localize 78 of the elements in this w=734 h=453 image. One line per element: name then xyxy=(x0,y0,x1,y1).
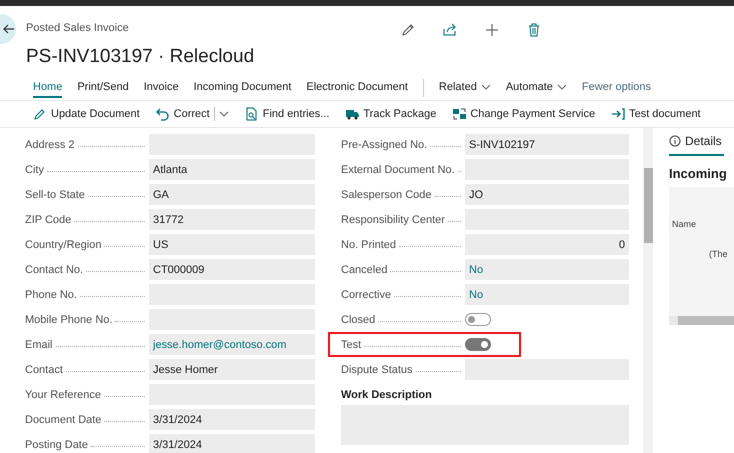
field-label: Test xyxy=(341,338,362,350)
field-label: Pre-Assigned No. xyxy=(341,138,428,150)
field-label: Posting Date xyxy=(25,438,88,450)
field-label: Responsibility Center xyxy=(341,214,445,226)
field-label: Document Date xyxy=(25,414,102,426)
info-icon xyxy=(669,135,681,147)
input-field[interactable]: S-INV102197 xyxy=(465,134,629,155)
undo-arrow-icon xyxy=(156,107,170,121)
field-label: Sell-to State xyxy=(25,188,85,200)
input-field[interactable]: Jesse Homer xyxy=(149,359,315,380)
field-label: Dispute Status xyxy=(341,364,413,376)
fewer-options-link[interactable]: Fewer options xyxy=(582,78,652,98)
section-heading: Work Description xyxy=(341,389,433,401)
field-label: Salesperson Code xyxy=(341,188,432,200)
pencil-icon xyxy=(400,22,416,38)
arrow-into-icon xyxy=(611,107,626,121)
tab[interactable]: Incoming Document xyxy=(194,78,292,98)
menu-button[interactable]: Automate xyxy=(506,78,567,98)
field-label: Closed xyxy=(341,314,376,326)
tab[interactable]: Print/Send xyxy=(77,78,129,98)
field-label: Country/Region xyxy=(25,238,102,250)
panel-heading: Incoming xyxy=(669,166,728,181)
input-field[interactable]: CT000009 xyxy=(149,259,315,280)
field-label: Email xyxy=(25,338,53,350)
horizontal-scrollbar[interactable] xyxy=(669,316,734,325)
tab[interactable]: Invoice xyxy=(144,78,179,98)
share-icon xyxy=(442,22,458,38)
scrollbar[interactable] xyxy=(643,128,653,453)
field-label: Canceled xyxy=(341,264,388,276)
action-button[interactable]: Update Document xyxy=(33,107,140,121)
plus-icon xyxy=(484,22,500,38)
chevron-down-icon xyxy=(218,110,229,118)
field-label: No. Printed xyxy=(341,238,396,250)
input-field[interactable]: JO xyxy=(465,184,629,205)
field-label: Contact xyxy=(25,364,63,376)
field-label: Contact No. xyxy=(25,264,84,276)
pencil-icon xyxy=(33,107,47,121)
field-label: Mobile Phone No. xyxy=(25,314,112,326)
input-field[interactable]: 31772 xyxy=(149,209,315,230)
details-tab[interactable]: Details xyxy=(669,134,724,156)
input-field[interactable]: 3/31/2024 xyxy=(149,409,315,430)
field-label: Your Reference xyxy=(25,388,102,400)
field-label: City xyxy=(25,164,44,176)
toggle-switch[interactable] xyxy=(465,313,491,326)
input-field[interactable]: GA xyxy=(149,184,315,205)
field-label: ZIP Code xyxy=(25,214,72,226)
page-caption: Posted Sales Invoice xyxy=(26,22,129,34)
action-button[interactable]: Change Payment Service xyxy=(452,107,596,121)
magnifier-document-icon xyxy=(244,107,259,121)
action-button[interactable]: Correct xyxy=(156,107,210,121)
payment-service-icon xyxy=(452,107,466,121)
input-field[interactable]: US xyxy=(149,234,315,255)
trash-icon xyxy=(526,22,542,38)
link-field[interactable]: No xyxy=(465,284,629,305)
empty-note: (The xyxy=(709,249,728,259)
chevron-down-icon xyxy=(480,83,491,91)
field-label: Phone No. xyxy=(25,288,77,300)
toggle-switch[interactable] xyxy=(465,338,491,351)
action-button[interactable]: Track Package xyxy=(345,107,436,121)
link-field[interactable]: No xyxy=(465,259,629,280)
back-arrow-icon xyxy=(2,22,16,36)
tab[interactable]: Home xyxy=(33,78,62,98)
input-field[interactable]: 0 xyxy=(465,234,629,255)
tab[interactable]: Electronic Document xyxy=(306,78,408,98)
column-header: Name xyxy=(672,219,696,229)
dropdown-button[interactable] xyxy=(218,110,229,118)
link-field[interactable]: jesse.homer@contoso.com xyxy=(149,334,315,355)
truck-icon xyxy=(345,107,360,121)
chevron-down-icon xyxy=(556,83,567,91)
field-label: Corrective xyxy=(341,288,392,300)
action-button[interactable]: Test document xyxy=(611,107,701,121)
menu-button[interactable]: Related xyxy=(438,78,491,98)
action-button[interactable]: Find entries... xyxy=(244,107,330,121)
page-title: PS-INV103197 · Relecloud xyxy=(26,46,254,68)
field-label: Address 2 xyxy=(25,138,75,150)
input-field[interactable]: Atlanta xyxy=(149,159,315,180)
field-label: External Document No. xyxy=(341,164,455,176)
input-field[interactable]: 3/31/2024 xyxy=(149,434,315,453)
